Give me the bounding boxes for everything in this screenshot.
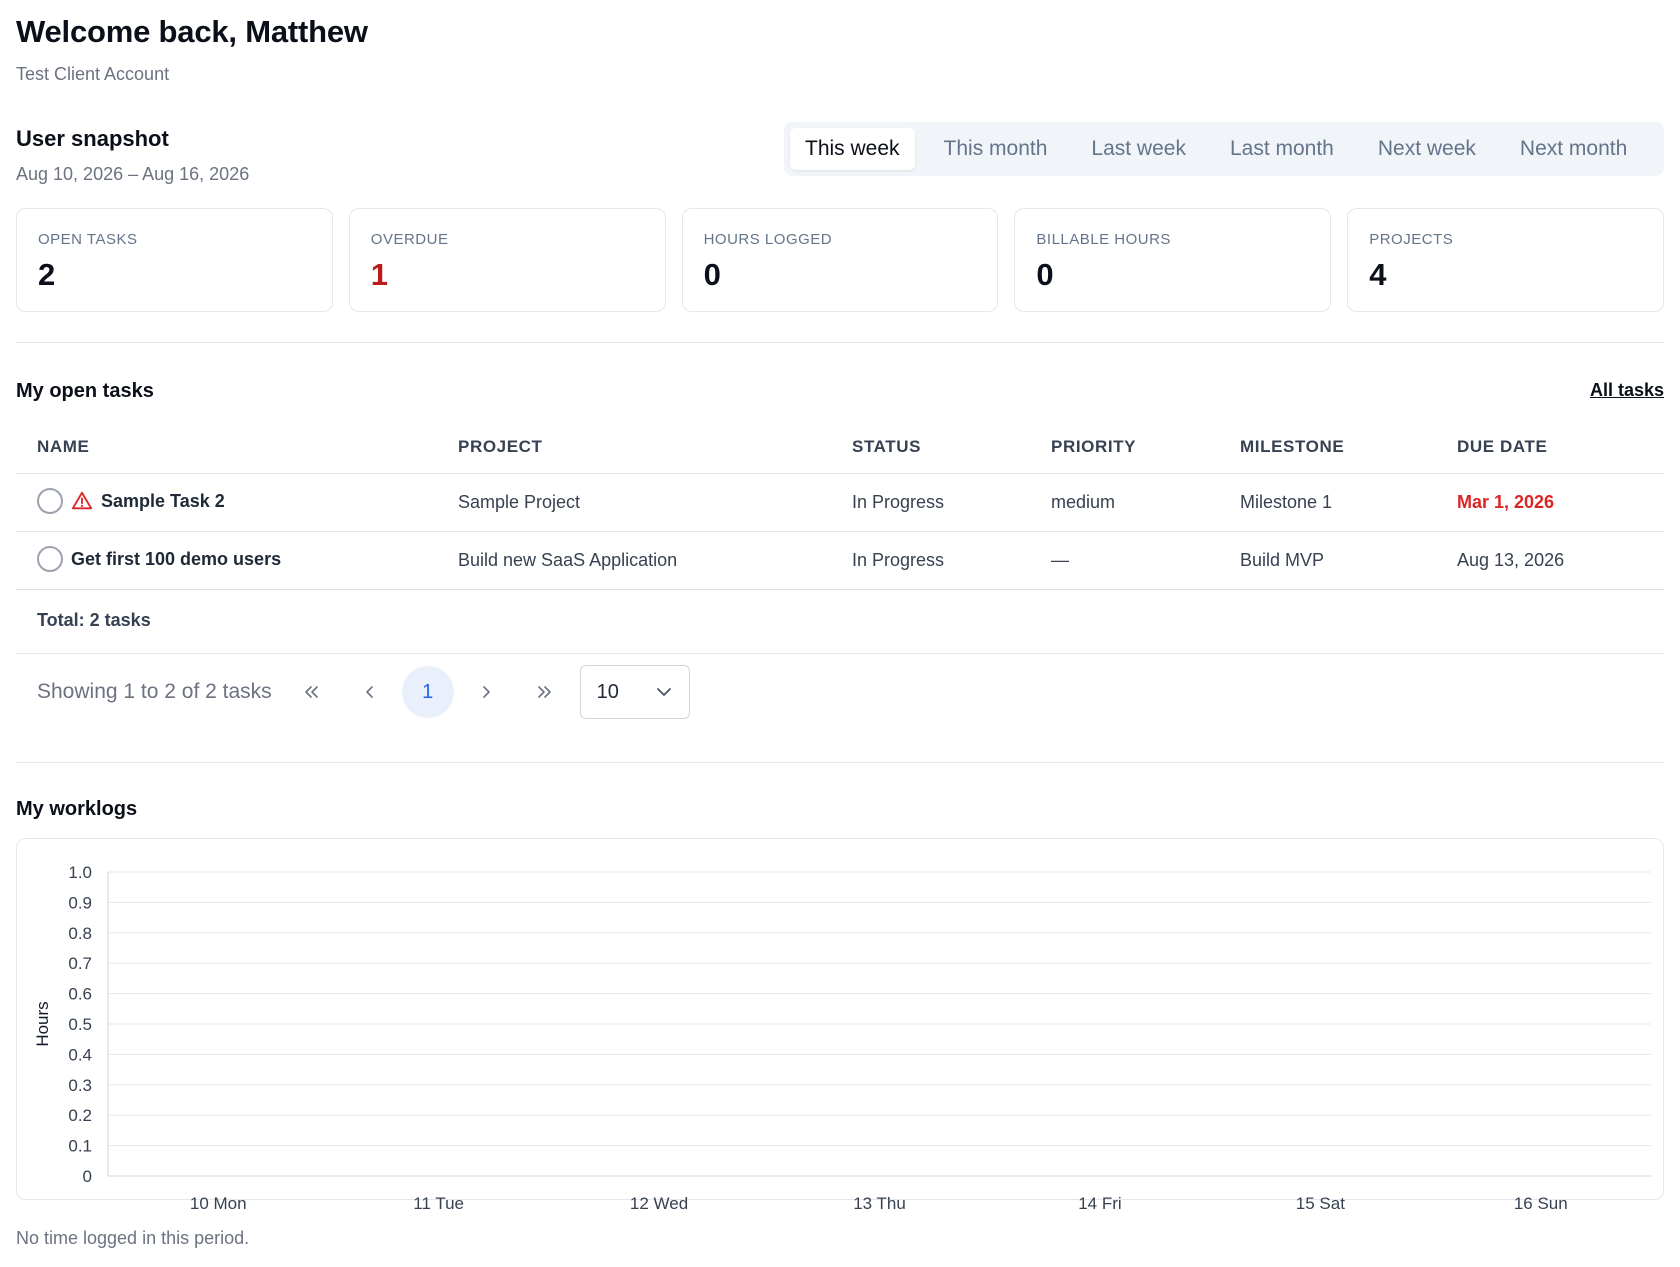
task-milestone: Milestone 1 [1240,492,1333,512]
warning-triangle-icon [71,491,93,510]
double-chevron-right-icon [537,686,551,698]
page-title: Welcome back, Matthew [16,14,368,49]
x-tick-label: 16 Sun [1514,1194,1568,1213]
y-tick-label: 0.6 [68,985,92,1004]
task-project: Sample Project [458,492,581,512]
column-header-name[interactable]: NAME [37,437,89,457]
complete-toggle-circle-icon[interactable] [37,546,63,572]
last-page-button[interactable] [518,666,570,718]
task-priority: medium [1051,492,1116,512]
x-tick-label: 13 Thu [853,1194,906,1213]
task-name-cell: Get first 100 demo users [37,546,281,572]
task-due-date: Mar 1, 2026 [1457,492,1555,512]
pagination: Showing 1 to 2 of 2 tasks 1 10 [37,665,690,719]
y-tick-label: 0.1 [68,1137,92,1156]
snapshot-date-range: Aug 10, 2026 – Aug 16, 2026 [16,164,250,184]
prev-page-button[interactable] [344,666,396,718]
chevron-down-icon [656,688,671,696]
task-project: Build new SaaS Application [458,550,678,570]
task-due-date: Aug 13, 2026 [1457,550,1565,570]
page-size-value: 10 [596,680,619,703]
chevron-right-icon [482,686,490,698]
stat-value: 4 [1369,257,1387,292]
stat-card-open-tasks: OPEN TASKS 2 [16,208,333,312]
tab-next-month[interactable]: Next month [1505,128,1642,170]
pagination-summary: Showing 1 to 2 of 2 tasks [37,680,272,703]
stat-label: HOURS LOGGED [703,231,833,248]
task-status: In Progress [852,492,945,512]
chevron-left-icon [365,686,373,698]
first-page-button[interactable] [286,666,338,718]
stat-cards: OPEN TASKS 2 OVERDUE 1 HOURS LOGGED 0 BI… [16,208,1664,312]
stat-card-overdue: OVERDUE 1 [348,208,666,312]
y-tick-label: 1.0 [68,863,92,882]
tasks-total: Total: 2 tasks [37,610,151,630]
column-header-project[interactable]: PROJECT [458,437,543,457]
x-tick-label: 12 Wed [630,1194,688,1213]
worklogs-chart: 0 0.1 0.2 0.3 0.4 0.5 0.6 0.7 0.8 0.9 1.0 Hours 10 M… [33,863,1651,1213]
account-name: Test Client Account [16,64,170,84]
stat-card-projects: PROJECTS 4 [1347,208,1664,312]
next-page-button[interactable] [460,666,512,718]
tab-last-month[interactable]: Last month [1215,128,1349,170]
stat-value: 0 [1036,257,1054,292]
task-priority: — [1051,550,1069,570]
stat-value: 2 [38,257,56,292]
task-name-cell: Sample Task 2 [37,488,225,514]
snapshot-title: User snapshot [16,126,169,151]
column-header-priority[interactable]: PRIORITY [1051,437,1136,457]
open-tasks-title: My open tasks [16,380,154,402]
y-tick-label: 0.5 [68,1015,92,1034]
stat-card-billable-hours: BILLABLE HOURS 0 [1014,208,1332,312]
worklogs-title: My worklogs [16,798,138,820]
stat-label: OVERDUE [370,231,449,248]
y-tick-label: 0.4 [68,1045,92,1064]
x-tick-label: 10 Mon [190,1194,247,1213]
table-footer-divider [16,653,1664,654]
tab-this-month[interactable]: This month [929,128,1063,170]
stat-value: 1 [370,257,389,292]
tab-last-week[interactable]: Last week [1076,128,1201,170]
double-chevron-left-icon [304,686,318,698]
y-tick-label: 0.3 [68,1076,92,1095]
task-name-link[interactable]: Sample Task 2 [101,491,225,512]
all-tasks-link[interactable]: All tasks [1590,380,1664,401]
worklogs-empty-note: No time logged in this period. [16,1228,250,1248]
x-tick-label: 15 Sat [1296,1194,1345,1213]
stat-label: OPEN TASKS [38,231,138,248]
column-header-milestone[interactable]: MILESTONE [1240,437,1344,457]
y-axis-label: Hours [33,1001,52,1046]
section-divider [16,762,1664,763]
task-milestone: Build MVP [1240,550,1325,570]
table-header: NAME PROJECT STATUS PRIORITY MILESTONE D… [16,418,1664,474]
period-tabs: This week This month Last week Last mont… [784,122,1664,176]
page-size-select[interactable]: 10 [579,665,690,719]
page-number-button[interactable]: 1 [401,666,454,718]
y-tick-label: 0.8 [68,924,92,943]
complete-toggle-circle-icon[interactable] [37,488,63,514]
y-tick-label: 0.9 [68,893,92,912]
stat-label: BILLABLE HOURS [1036,231,1171,248]
open-tasks-table: NAME PROJECT STATUS PRIORITY MILESTONE D… [16,418,1664,590]
y-tick-label: 0 [83,1167,92,1186]
tab-this-week[interactable]: This week [790,128,915,170]
column-header-status[interactable]: STATUS [852,437,921,457]
table-row[interactable]: Sample Task 2 Sample Project In Progress… [16,474,1664,532]
table-row[interactable]: Get first 100 demo users Build new SaaS … [16,532,1664,590]
stat-card-hours-logged: HOURS LOGGED 0 [681,208,999,312]
stat-value: 0 [703,257,721,292]
task-status: In Progress [852,550,945,570]
y-tick-label: 0.7 [68,954,92,973]
x-tick-label: 14 Fri [1078,1194,1121,1213]
x-tick-label: 11 Tue [413,1194,464,1213]
task-name-link[interactable]: Get first 100 demo users [71,549,281,570]
y-tick-label: 0.2 [68,1106,92,1125]
stat-label: PROJECTS [1369,231,1454,248]
tab-next-week[interactable]: Next week [1363,128,1491,170]
column-header-due-date[interactable]: DUE DATE [1457,437,1547,457]
section-divider [16,342,1664,343]
